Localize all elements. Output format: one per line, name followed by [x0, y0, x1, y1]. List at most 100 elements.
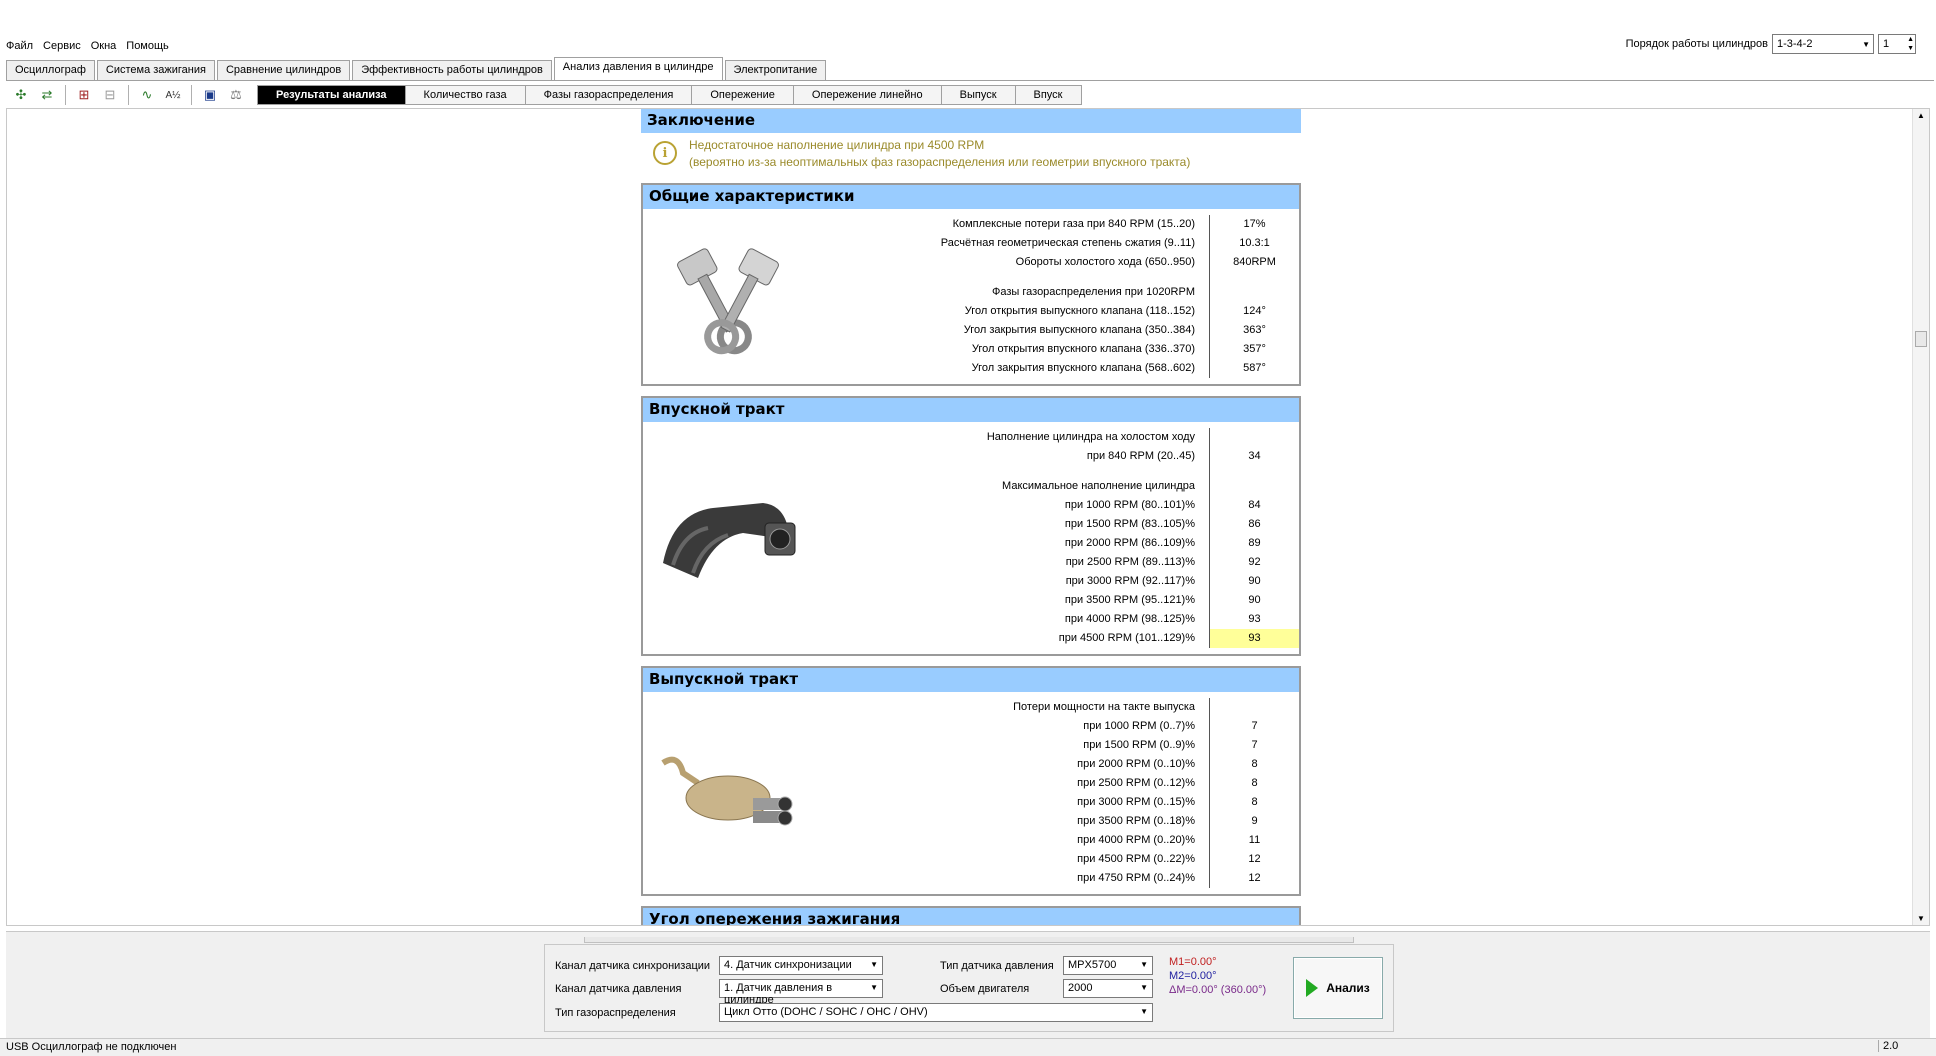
row-value: 12: [1209, 850, 1299, 869]
vertical-scrollbar[interactable]: ▲ ▼: [1912, 109, 1929, 925]
valve-train-value: Цикл Отто (DOHC / SOHC / OHC / OHV): [724, 1006, 928, 1018]
tab-cylinder-comparison[interactable]: Сравнение цилиндров: [216, 60, 351, 80]
row-value: 8: [1209, 793, 1299, 812]
engine-volume-value: 2000: [1068, 982, 1093, 994]
row-label: при 3500 RPM (95..121)%: [1064, 594, 1195, 606]
sensor-type-select[interactable]: MPX5700 ▼: [1063, 956, 1153, 975]
curve-icon[interactable]: ∿: [136, 84, 158, 106]
connection-status: USB Осциллограф не подключен: [6, 1041, 177, 1053]
table-row: при 1000 RPM (0..7)% 7: [813, 717, 1299, 736]
menu-help[interactable]: Помощь: [126, 40, 169, 52]
row-label: при 3000 RPM (92..117)%: [1065, 575, 1195, 587]
report-view[interactable]: Заключение i Недостаточное наполнение ци…: [6, 108, 1930, 926]
subtab-exhaust[interactable]: Выпуск: [940, 85, 1016, 105]
cylinder-spinner[interactable]: 1 ▲ ▼: [1878, 34, 1916, 54]
chevron-down-icon: ▼: [1140, 1007, 1148, 1016]
table-row: при 4000 RPM (98..125)% 93: [813, 610, 1299, 629]
intake-rows: Наполнение цилиндра на холостом ходу при …: [813, 428, 1299, 648]
splitter-handle[interactable]: [584, 937, 1354, 943]
sync-icon[interactable]: ✣: [10, 84, 32, 106]
menu-service[interactable]: Сервис: [43, 40, 81, 52]
general-rows: Комплексные потери газа при 840 RPM (15.…: [813, 215, 1299, 378]
pistons-image: [643, 215, 813, 378]
row-value: 10.3:1: [1209, 234, 1299, 253]
row-label: при 840 RPM (20..45): [1086, 450, 1195, 462]
row-value: 86: [1209, 515, 1299, 534]
scroll-up-icon[interactable]: ▲: [1917, 111, 1925, 120]
row-value: 12: [1209, 869, 1299, 888]
pressure-channel-select[interactable]: 1. Датчик давления в цилиндре ▼: [719, 979, 883, 1006]
intake-manifold-image: [643, 428, 813, 648]
cylinder-order-label: Порядок работы цилиндров: [1625, 38, 1768, 50]
intake-section: Впускной тракт Наполнение цилиндра на хо…: [641, 396, 1301, 656]
row-label: при 4750 RPM (0..24)%: [1077, 872, 1195, 884]
row-label: Фазы газораспределения при 1020RPM: [992, 286, 1195, 298]
chevron-down-icon: ▼: [1140, 983, 1148, 992]
table-row: Обороты холостого хода (650..950) 840RPM: [813, 253, 1299, 272]
row-label: Угол закрытия выпускного клапана (350..3…: [963, 324, 1195, 336]
reset-scale-icon[interactable]: ⊟: [99, 84, 121, 106]
play-icon: [1306, 979, 1319, 997]
table-row: при 3000 RPM (92..117)% 90: [813, 572, 1299, 591]
table-row: Расчётная геометрическая степень сжатия …: [813, 234, 1299, 253]
scroll-down-icon[interactable]: ▼: [1917, 914, 1925, 923]
valve-train-label: Тип газораспределения: [555, 1007, 676, 1019]
muffler-image: [643, 698, 813, 888]
scroll-thumb[interactable]: [1915, 331, 1927, 347]
compare-icon[interactable]: ⚖: [225, 84, 247, 106]
title-band: [0, 0, 1936, 34]
status-bar: USB Осциллограф не подключен 2.0: [0, 1038, 1936, 1056]
tab-ignition-system[interactable]: Система зажигания: [96, 60, 215, 80]
tab-pressure-analysis[interactable]: Анализ давления в цилиндре: [553, 57, 723, 80]
marker-m1: M1=0.00°: [1169, 956, 1217, 968]
algorithm-icon[interactable]: A½: [162, 84, 184, 106]
row-label: при 3500 RPM (0..18)%: [1077, 815, 1195, 827]
row-label: при 4500 RPM (101..129)%: [1058, 632, 1195, 644]
sub-tabs: Результаты анализа Количество газа Фазы …: [257, 85, 1082, 105]
sync-channel-value: 4. Датчик синхронизации: [724, 959, 852, 971]
subtab-valve-timing[interactable]: Фазы газораспределения: [524, 85, 693, 105]
row-value: 840RPM: [1209, 253, 1299, 272]
menu-file[interactable]: Файл: [6, 40, 33, 52]
subtab-intake[interactable]: Впуск: [1014, 85, 1082, 105]
subtab-advance[interactable]: Опережение: [691, 85, 794, 105]
align-icon[interactable]: ⇄: [36, 84, 58, 106]
tab-power-supply[interactable]: Электропитание: [724, 60, 827, 80]
cylinder-order-select[interactable]: 1-3-4-2 ▼: [1772, 34, 1874, 54]
tab-oscilloscope[interactable]: Осциллограф: [6, 60, 95, 80]
spinner-arrows-icon[interactable]: ▲ ▼: [1907, 35, 1914, 53]
row-label: Угол открытия выпускного клапана (118..1…: [964, 305, 1195, 317]
row-value: 587°: [1209, 359, 1299, 378]
row-label: Максимальное наполнение цилиндра: [1002, 480, 1195, 492]
row-value: 357°: [1209, 340, 1299, 359]
table-row: при 2000 RPM (86..109)% 89: [813, 534, 1299, 553]
tab-cylinder-efficiency[interactable]: Эффективность работы цилиндров: [352, 60, 552, 80]
engine-volume-label: Объем двигателя: [940, 983, 1030, 995]
toolbar-divider: [128, 85, 129, 105]
row-label: Обороты холостого хода (650..950): [1015, 256, 1195, 268]
table-row: Фазы газораспределения при 1020RPM: [813, 283, 1299, 302]
sensor-type-label: Тип датчика давления: [940, 960, 1054, 972]
row-label: при 1000 RPM (0..7)%: [1083, 720, 1195, 732]
tab-divider: [6, 80, 1934, 81]
ignition-section: Угол опережения зажигания: [641, 906, 1301, 925]
row-label: Наполнение цилиндра на холостом ходу: [986, 431, 1195, 443]
subtab-advance-linear[interactable]: Опережение линейно: [792, 85, 942, 105]
table-row: Угол открытия впускного клапана (336..37…: [813, 340, 1299, 359]
save-icon[interactable]: ▣: [199, 84, 221, 106]
subtab-results[interactable]: Результаты анализа: [257, 85, 406, 105]
row-label: при 1500 RPM (0..9)%: [1083, 739, 1195, 751]
main-tabs: Осциллограф Система зажигания Сравнение …: [6, 57, 828, 80]
analyze-button[interactable]: Анализ: [1293, 957, 1383, 1019]
row-label: Расчётная геометрическая степень сжатия …: [940, 237, 1195, 249]
row-label: [813, 272, 1209, 283]
valve-train-select[interactable]: Цикл Отто (DOHC / SOHC / OHC / OHV) ▼: [719, 1003, 1153, 1022]
menu-windows[interactable]: Окна: [91, 40, 117, 52]
auto-scale-icon[interactable]: ⊞: [73, 84, 95, 106]
subtab-gas-amount[interactable]: Количество газа: [404, 85, 526, 105]
table-row: Потери мощности на такте выпуска: [813, 698, 1299, 717]
row-value: 92: [1209, 553, 1299, 572]
engine-volume-select[interactable]: 2000 ▼: [1063, 979, 1153, 998]
table-row: при 1500 RPM (83..105)% 86: [813, 515, 1299, 534]
sync-channel-select[interactable]: 4. Датчик синхронизации ▼: [719, 956, 883, 975]
